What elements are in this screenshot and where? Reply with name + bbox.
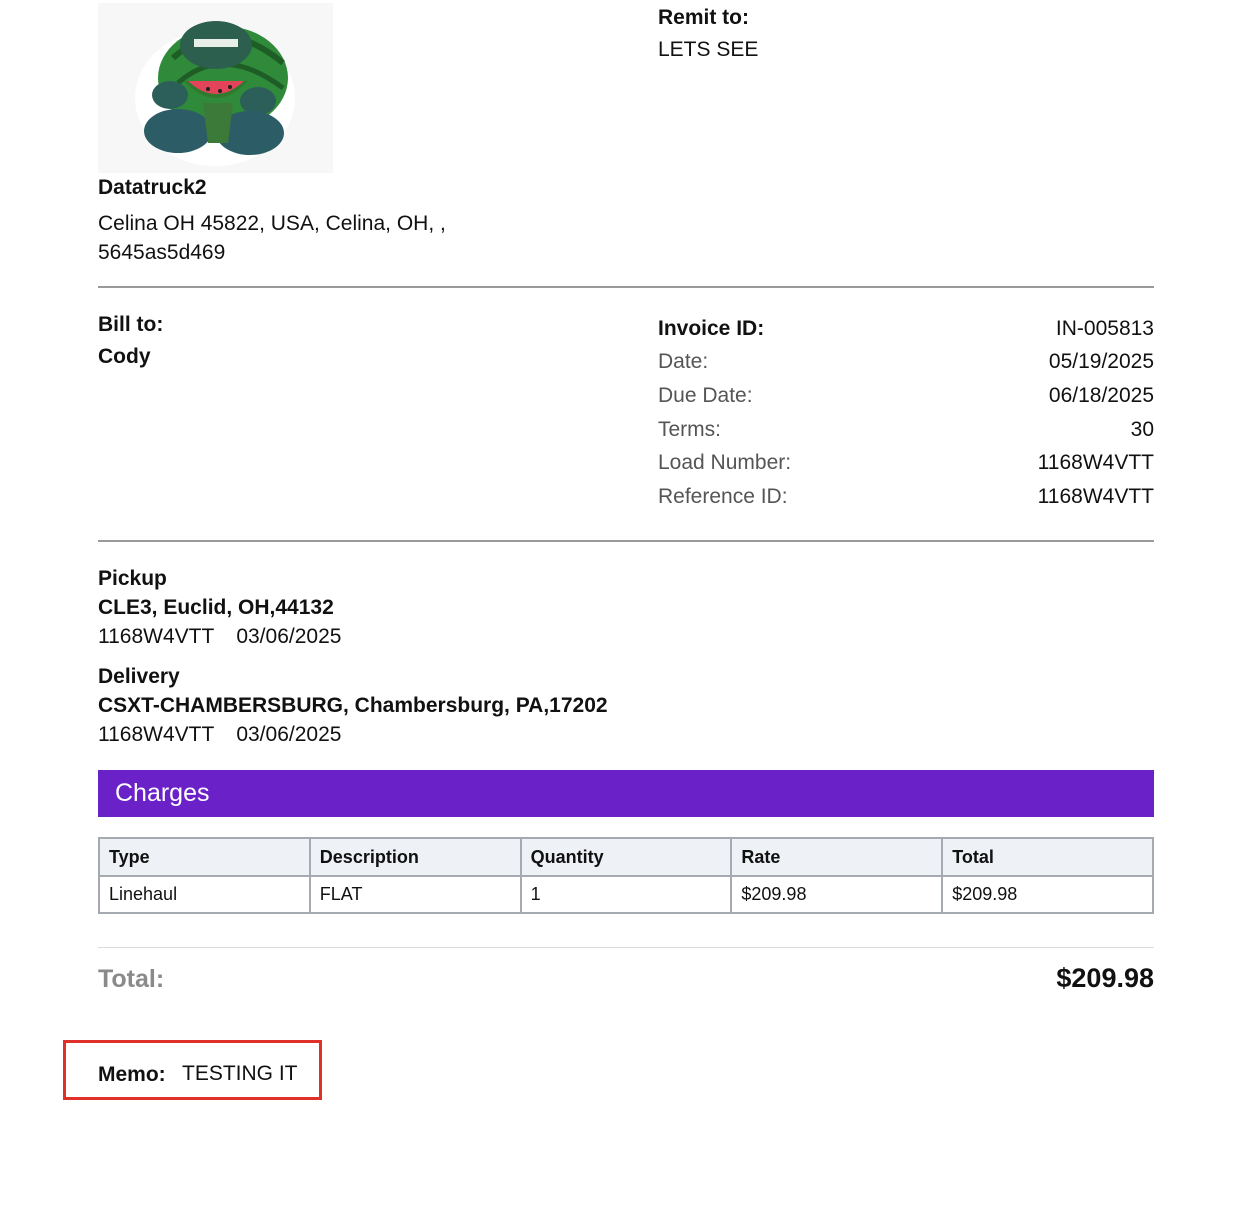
pickup-ref: 1168W4VTT (98, 625, 215, 648)
company-logo (98, 3, 333, 173)
cell-total: $209.98 (941, 875, 1154, 914)
divider (98, 540, 1154, 542)
delivery-location: CSXT-CHAMBERSBURG, Chambersburg, PA,1720… (98, 694, 608, 717)
cell-rate: $209.98 (730, 875, 944, 914)
reference-id-value: 1168W4VTT (1037, 484, 1154, 508)
pickup-location: CLE3, Euclid, OH,44132 (98, 596, 334, 619)
date-value: 05/19/2025 (1048, 350, 1154, 374)
invoice-id-value: IN-005813 (1055, 316, 1154, 340)
column-header-quantity: Quantity (519, 837, 733, 877)
memo-value: TESTING IT (182, 1062, 298, 1085)
date-row: Date: 05/19/2025 (658, 346, 1154, 380)
column-header-type: Type (98, 837, 311, 877)
load-number-value: 1168W4VTT (1037, 451, 1154, 475)
bill-to-name: Cody (98, 345, 151, 368)
delivery-info: 1168W4VTT 03/06/2025 (98, 723, 341, 747)
invoice-meta: Invoice ID: IN-005813 Date: 05/19/2025 D… (658, 312, 1154, 514)
column-header-rate: Rate (730, 837, 944, 877)
charges-header: Charges (98, 770, 1154, 817)
due-date-value: 06/18/2025 (1048, 383, 1154, 407)
invoice-id-label: Invoice ID: (658, 316, 765, 340)
total-label: Total: (98, 965, 165, 993)
total-value: $209.98 (1056, 963, 1154, 993)
column-header-total: Total (941, 837, 1154, 877)
cell-type: Linehaul (98, 875, 311, 914)
terms-row: Terms: 30 (658, 413, 1154, 447)
delivery-ref: 1168W4VTT (98, 723, 215, 746)
remit-to-label: Remit to: (658, 6, 749, 29)
company-address-line1: Celina OH 45822, USA, Celina, OH, , (98, 212, 446, 235)
pickup-info: 1168W4VTT 03/06/2025 (98, 625, 341, 649)
due-date-row: Due Date: 06/18/2025 (658, 379, 1154, 413)
reference-id-label: Reference ID: (658, 484, 788, 508)
pickup-title: Pickup (98, 567, 167, 590)
load-number-row: Load Number: 1168W4VTT (658, 446, 1154, 480)
company-logo-creature-icon (135, 21, 295, 166)
reference-id-row: Reference ID: 1168W4VTT (658, 480, 1154, 514)
due-date-label: Due Date: (658, 383, 753, 407)
delivery-title: Delivery (98, 665, 180, 688)
delivery-date: 03/06/2025 (236, 723, 342, 746)
divider (98, 947, 1154, 948)
terms-label: Terms: (658, 417, 721, 441)
charges-header-row: Type Description Quantity Rate Total (98, 837, 1154, 877)
load-number-label: Load Number: (658, 451, 792, 475)
column-header-description: Description (308, 837, 522, 877)
date-label: Date: (658, 350, 709, 374)
divider (98, 286, 1154, 288)
cell-quantity: 1 (519, 875, 733, 914)
bill-to-label: Bill to: (98, 313, 164, 336)
memo-label: Memo: (98, 1063, 166, 1086)
terms-value: 30 (1130, 417, 1154, 441)
table-row: Linehaul FLAT 1 $209.98 $209.98 (98, 875, 1154, 914)
remit-to-value: LETS SEE (658, 38, 759, 61)
pickup-date: 03/06/2025 (236, 625, 342, 648)
company-address-line2: 5645as5d469 (98, 241, 226, 264)
company-address: Celina OH 45822, USA, Celina, OH, , 5645… (98, 209, 518, 267)
company-name: Datatruck2 (98, 176, 207, 199)
charges-title: Charges (115, 779, 210, 807)
invoice-id-row: Invoice ID: IN-005813 (658, 312, 1154, 346)
cell-description: FLAT (308, 875, 522, 914)
charges-table: Type Description Quantity Rate Total Lin… (98, 837, 1154, 914)
